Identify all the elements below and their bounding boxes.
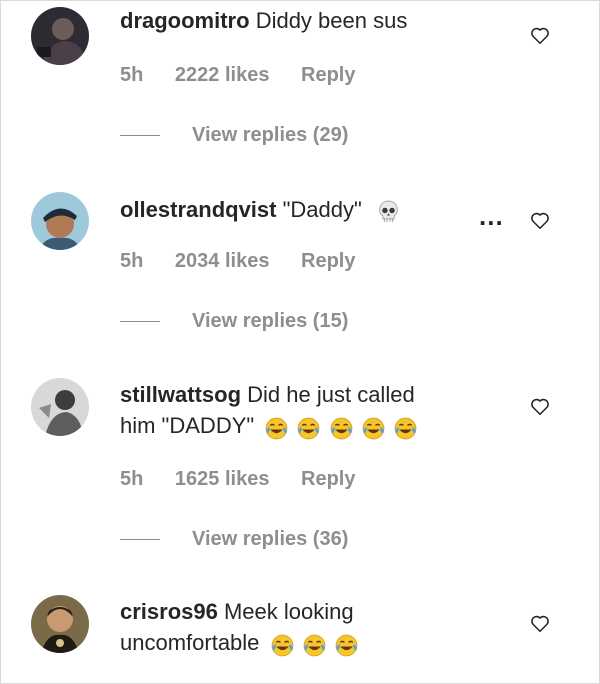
like-heart-icon[interactable]	[529, 209, 551, 231]
like-heart-icon[interactable]	[529, 24, 551, 46]
tears-of-joy-emoji-icon	[270, 633, 295, 658]
avatar-image	[31, 7, 89, 65]
comment-body-line2: uncomfortable	[120, 630, 260, 655]
tears-of-joy-emoji-icon	[302, 633, 327, 658]
view-replies-label: View replies (15)	[192, 310, 349, 332]
comment-text: ollestrandqvist "Daddy"	[120, 194, 500, 225]
comment-meta: 5h 1625 likes Reply	[120, 468, 381, 491]
comment-body: Meek looking	[223, 599, 354, 624]
replies-divider-line	[120, 539, 160, 541]
reply-button[interactable]: Reply	[301, 468, 355, 490]
tears-of-joy-emoji-icon	[296, 416, 321, 441]
replies-divider-line	[120, 321, 160, 323]
tears-of-joy-emoji-icon	[264, 416, 289, 441]
skull-emoji-icon	[376, 199, 401, 224]
comment-username[interactable]: stillwattsog	[120, 382, 241, 407]
emoji-group	[270, 629, 360, 660]
avatar[interactable]	[31, 7, 89, 65]
like-heart-icon[interactable]	[529, 612, 551, 634]
comment-username[interactable]: ollestrandqvist	[120, 197, 276, 222]
comment-username[interactable]: dragoomitro	[120, 8, 250, 33]
comment-body-line2: him "DADDY"	[120, 413, 255, 438]
comment-likes[interactable]: 2222 likes	[175, 64, 270, 86]
view-replies-button[interactable]: View replies (36)	[120, 528, 348, 551]
tears-of-joy-emoji-icon	[334, 633, 359, 658]
comment-meta: 5h 2222 likes Reply	[120, 64, 381, 87]
more-options-button[interactable]: ...	[479, 203, 504, 229]
comment-text: crisros96 Meek looking uncomfortable	[120, 596, 500, 660]
reply-button[interactable]: Reply	[301, 64, 355, 86]
comment-time: 5h	[120, 64, 144, 86]
comment-time: 5h	[120, 250, 144, 272]
comment-body: Diddy been sus	[255, 8, 408, 33]
avatar[interactable]	[31, 378, 89, 436]
comments-panel: dragoomitro Diddy been sus 5h 2222 likes…	[0, 0, 600, 684]
comment-body: "Daddy"	[282, 197, 362, 222]
tears-of-joy-emoji-icon	[361, 416, 386, 441]
avatar[interactable]	[31, 192, 89, 250]
comment-likes[interactable]: 2034 likes	[175, 250, 270, 272]
tears-of-joy-emoji-icon	[329, 416, 354, 441]
comment-text: dragoomitro Diddy been sus	[120, 5, 500, 36]
view-replies-label: View replies (29)	[192, 124, 349, 146]
avatar-image	[31, 595, 89, 653]
emoji-group	[264, 412, 419, 443]
comment-likes[interactable]: 1625 likes	[175, 468, 270, 490]
view-replies-button[interactable]: View replies (15)	[120, 310, 348, 333]
comment-username[interactable]: crisros96	[120, 599, 218, 624]
replies-divider-line	[120, 135, 160, 137]
avatar-image	[31, 378, 89, 436]
view-replies-button[interactable]: View replies (29)	[120, 124, 348, 147]
comment-time: 5h	[120, 468, 144, 490]
view-replies-label: View replies (36)	[192, 528, 349, 550]
like-heart-icon[interactable]	[529, 395, 551, 417]
tears-of-joy-emoji-icon	[393, 416, 418, 441]
comment-text: stillwattsog Did he just called him "DAD…	[120, 379, 500, 443]
avatar-image	[31, 192, 89, 250]
avatar[interactable]	[31, 595, 89, 653]
comment-body: Did he just called	[247, 382, 415, 407]
reply-button[interactable]: Reply	[301, 250, 355, 272]
comment-meta: 5h 2034 likes Reply	[120, 250, 381, 273]
